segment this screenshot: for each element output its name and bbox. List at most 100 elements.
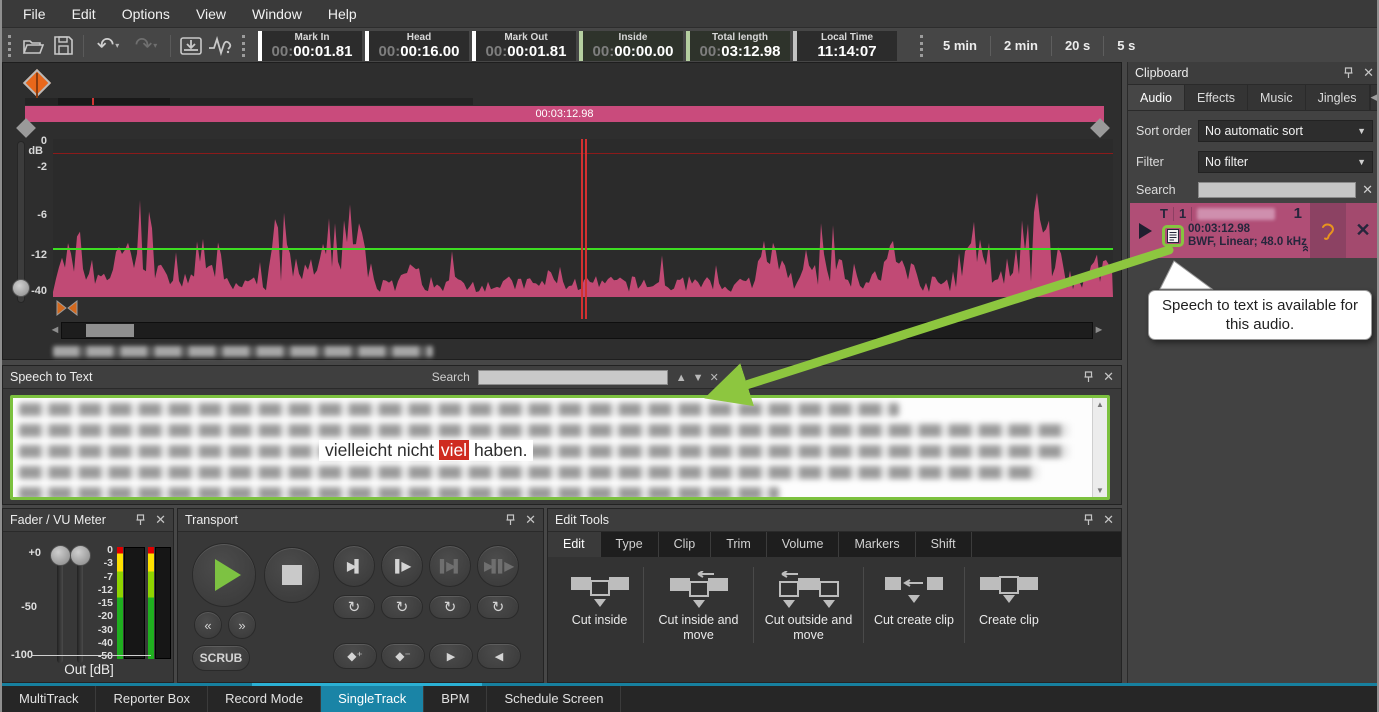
add-marker-button[interactable]: ◆⁺ <box>333 643 377 669</box>
loop-button-2[interactable]: ↻ <box>381 595 423 619</box>
pin-icon[interactable] <box>1084 371 1093 383</box>
scroll-up-arrow[interactable]: ▲ <box>1096 400 1104 409</box>
tab-clip[interactable]: Clip <box>659 532 712 557</box>
fader-track-right[interactable] <box>77 555 83 663</box>
loop-button-1[interactable]: ↻ <box>333 595 375 619</box>
pin-icon[interactable] <box>1084 514 1093 526</box>
speech-search-input[interactable] <box>478 370 668 385</box>
menu-edit[interactable]: Edit <box>59 0 109 28</box>
tab-scroll-arrows[interactable]: ◀▶ <box>1370 85 1379 110</box>
marker-diamond-orange[interactable] <box>23 69 51 97</box>
horizontal-scrollbar[interactable]: ◄ ► <box>49 321 1105 339</box>
playhead-cursor[interactable] <box>581 139 587 319</box>
tab-audio[interactable]: Audio <box>1128 85 1185 110</box>
search-prev-next-clear[interactable]: ▲▼✕ <box>676 371 725 384</box>
prev-marker-button[interactable]: ◀ <box>477 643 521 669</box>
scrub-button[interactable]: SCRUB <box>192 645 250 671</box>
play-button[interactable] <box>192 543 256 607</box>
entry-delete-button[interactable]: ✕ <box>1346 203 1379 258</box>
clipboard-audio-entry[interactable]: T1 1 00:03:12.98 BWF, Linear; 48.0 kHz »… <box>1130 203 1379 258</box>
close-icon[interactable]: ✕ <box>1103 369 1114 385</box>
close-icon[interactable]: ✕ <box>1103 512 1114 528</box>
scrollbar-thumb[interactable] <box>86 324 134 337</box>
zoom-20s-button[interactable]: 20 s <box>1052 38 1103 53</box>
clear-search-icon[interactable]: ✕ <box>1362 182 1373 198</box>
zoom-5s-button[interactable]: 5 s <box>1104 38 1148 53</box>
tab-schedule-screen[interactable]: Schedule Screen <box>487 686 621 712</box>
close-icon[interactable]: ✕ <box>155 512 166 528</box>
scroll-down-arrow[interactable]: ▼ <box>1096 486 1104 495</box>
loop-button-4[interactable]: ↻ <box>477 595 519 619</box>
save-icon[interactable] <box>48 34 78 58</box>
fader-knob-left[interactable] <box>50 545 71 566</box>
tab-bpm[interactable]: BPM <box>424 686 487 712</box>
tab-music[interactable]: Music <box>1248 85 1306 110</box>
toolbar-drag-handle[interactable] <box>8 35 12 57</box>
tool-cut-create-clip[interactable]: Cut create clip <box>864 567 965 643</box>
play-from-mark-button[interactable]: ▌▶ <box>381 545 423 587</box>
pin-icon[interactable] <box>1344 67 1353 79</box>
fader-track-left[interactable] <box>57 555 63 663</box>
fader-knob-right[interactable] <box>70 545 91 566</box>
tab-multitrack[interactable]: MultiTrack <box>2 686 96 712</box>
import-audio-icon[interactable] <box>176 34 206 58</box>
menu-view[interactable]: View <box>183 0 239 28</box>
tab-shift[interactable]: Shift <box>916 532 972 557</box>
tab-effects[interactable]: Effects <box>1185 85 1248 110</box>
prelisten-button[interactable] <box>1310 203 1346 258</box>
scrollbar-track[interactable] <box>61 322 1093 339</box>
stop-button[interactable] <box>264 547 320 603</box>
redo-button[interactable]: ↷▾ <box>127 34 165 58</box>
loop-button-3[interactable]: ↻ <box>429 595 471 619</box>
open-file-icon[interactable] <box>18 34 48 58</box>
menu-file[interactable]: File <box>10 0 59 28</box>
waveform-analysis-icon[interactable] <box>206 34 236 58</box>
close-icon[interactable]: ✕ <box>1363 65 1374 81</box>
tool-cut-inside-and-move[interactable]: Cut inside and move <box>644 567 754 643</box>
close-icon[interactable]: ✕ <box>525 512 536 528</box>
clipboard-search-input[interactable] <box>1198 182 1356 198</box>
tool-create-clip[interactable]: Create clip <box>965 567 1053 643</box>
overview-strip[interactable] <box>25 98 473 105</box>
tab-markers[interactable]: Markers <box>839 532 915 557</box>
tool-cut-outside-and-move[interactable]: Cut outside and move <box>754 567 864 643</box>
tab-record-mode[interactable]: Record Mode <box>208 686 321 712</box>
remove-marker-button[interactable]: ◆⁻ <box>381 643 425 669</box>
filter-dropdown[interactable]: No filter▼ <box>1198 151 1373 173</box>
edit-point-marker[interactable] <box>55 299 79 317</box>
tab-singletrack[interactable]: SingleTrack <box>321 686 424 712</box>
tab-jingles[interactable]: Jingles <box>1306 85 1370 110</box>
next-marker-button[interactable]: ▶ <box>429 643 473 669</box>
transcript-visible-phrase[interactable]: vielleicht nicht viel haben. <box>319 440 533 461</box>
play-selection-button[interactable]: ▌▶▌ <box>429 545 471 587</box>
transcript-box[interactable]: vielleicht nicht viel haben. ▲▼ <box>10 395 1110 500</box>
play-around-cut-button[interactable]: ▶▌▌▶ <box>477 545 519 587</box>
speech-to-text-available-icon[interactable] <box>1162 225 1184 247</box>
transcript-scrollbar[interactable]: ▲▼ <box>1092 398 1107 497</box>
scroll-right-arrow[interactable]: ► <box>1093 324 1105 336</box>
skip-back-button[interactable]: « <box>194 611 222 639</box>
tab-type[interactable]: Type <box>601 532 659 557</box>
scroll-left-arrow[interactable]: ◄ <box>49 324 61 336</box>
tab-trim[interactable]: Trim <box>711 532 767 557</box>
tool-cut-inside[interactable]: Cut inside <box>556 567 644 643</box>
pin-icon[interactable] <box>506 514 515 526</box>
tab-volume[interactable]: Volume <box>767 532 840 557</box>
skip-forward-button[interactable]: » <box>228 611 256 639</box>
tab-reporter-box[interactable]: Reporter Box <box>96 686 208 712</box>
zoom-2min-button[interactable]: 2 min <box>991 38 1051 53</box>
menu-options[interactable]: Options <box>109 0 183 28</box>
menu-window[interactable]: Window <box>239 0 315 28</box>
collapse-chevron-icon[interactable]: » <box>1297 245 1312 252</box>
toolbar-drag-handle[interactable] <box>920 35 924 57</box>
tab-edit[interactable]: Edit <box>548 532 601 557</box>
play-to-mark-button[interactable]: ▶▌ <box>333 545 375 587</box>
sort-order-dropdown[interactable]: No automatic sort▼ <box>1198 120 1373 142</box>
entry-play-button[interactable] <box>1130 203 1160 258</box>
zoom-5min-button[interactable]: 5 min <box>930 38 990 53</box>
pin-icon[interactable] <box>136 514 145 526</box>
toolbar-drag-handle[interactable] <box>242 35 246 57</box>
duration-ruler-bar[interactable]: 00:03:12.98 <box>25 106 1104 122</box>
undo-button[interactable]: ↶▾ <box>89 34 127 58</box>
menu-help[interactable]: Help <box>315 0 370 28</box>
